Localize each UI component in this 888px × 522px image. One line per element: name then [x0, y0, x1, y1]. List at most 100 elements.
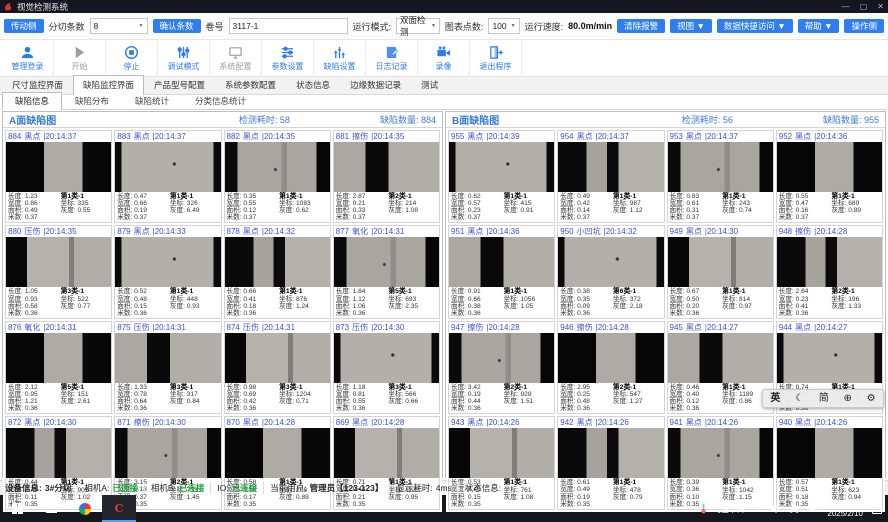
- defect-cell[interactable]: 874 压伤 |20:14:31 长度: 0.98 宽度: 0.69 面积: 0…: [224, 321, 331, 414]
- tab-status-info[interactable]: 状态信息: [286, 75, 340, 94]
- defect-cell[interactable]: 881 擦伤 |20:14:35 长度: 2.87 宽度: 0.21 面积: 0…: [333, 130, 440, 223]
- defect-image[interactable]: [777, 333, 882, 383]
- subtab-defect-info[interactable]: 缺陷信息: [2, 92, 62, 110]
- defect-cell[interactable]: 943 黑点 |20:14:26 长度: 0.53 宽度: 0.45 面积: 0…: [448, 416, 555, 509]
- defect-image[interactable]: [225, 428, 330, 478]
- defect-image[interactable]: [334, 142, 439, 192]
- defect-image[interactable]: [334, 333, 439, 383]
- start-button[interactable]: [0, 495, 34, 522]
- weather-widget[interactable]: 气温下降: [698, 503, 746, 515]
- defect-image[interactable]: [449, 237, 554, 287]
- defect-image[interactable]: [558, 333, 663, 383]
- defect-image[interactable]: [449, 428, 554, 478]
- defect-image[interactable]: [558, 142, 663, 192]
- slit-count-select[interactable]: 8▼: [90, 18, 148, 34]
- defect-image[interactable]: [6, 142, 111, 192]
- defect-cell[interactable]: 942 黑点 |20:14:26 长度: 0.61 宽度: 0.49 面积: 0…: [557, 416, 664, 509]
- defect-image[interactable]: [225, 333, 330, 383]
- defect-cell[interactable]: 949 黑点 |20:14:30 长度: 0.67 宽度: 0.50 面积: 0…: [667, 225, 774, 318]
- ime-simplified-toggle[interactable]: 简: [819, 394, 829, 404]
- start-button[interactable]: 开始: [54, 40, 106, 76]
- defect-cell[interactable]: 869 黑点 |20:14:28 长度: 0.71 宽度: 0.44 面积: 0…: [333, 416, 440, 509]
- defect-image[interactable]: [668, 428, 773, 478]
- tray-expand-caret[interactable]: ∧: [755, 503, 761, 514]
- run-mode-select[interactable]: 双面检测▼: [396, 18, 440, 34]
- language-indicator[interactable]: 英: [790, 503, 799, 515]
- defect-image[interactable]: [449, 142, 554, 192]
- touch-keyboard-icon[interactable]: [807, 503, 818, 514]
- defect-image[interactable]: [6, 237, 111, 287]
- defect-image[interactable]: [777, 237, 882, 287]
- defect-image[interactable]: [777, 142, 882, 192]
- defect-cell[interactable]: 880 压伤 |20:14:35 长度: 1.05 宽度: 0.93 面积: 0…: [5, 225, 112, 318]
- confirm-count-button[interactable]: 确认条数: [153, 19, 201, 34]
- chart-points-select[interactable]: 100▼: [488, 18, 519, 34]
- defect-cell[interactable]: 882 黑点 |20:14:35 长度: 0.35 宽度: 0.55 面积: 0…: [224, 130, 331, 223]
- defect-cell[interactable]: 875 压伤 |20:14:31 长度: 1.33 宽度: 0.78 面积: 0…: [114, 321, 221, 414]
- action-center-icon[interactable]: [872, 503, 882, 514]
- ime-settings-gear-icon[interactable]: ⚙: [867, 394, 876, 404]
- defect-image[interactable]: [777, 428, 882, 478]
- roll-number-input[interactable]: [229, 18, 348, 34]
- task-view-button[interactable]: [34, 495, 68, 522]
- defect-cell[interactable]: 945 黑点 |20:14:27 长度: 0.46 宽度: 0.40 面积: 0…: [667, 321, 774, 414]
- subtab-defect-statistics[interactable]: 缺陷统计: [122, 92, 182, 109]
- defect-cell[interactable]: 947 擦伤 |20:14:28 长度: 3.42 宽度: 0.19 面积: 0…: [448, 321, 555, 414]
- operator-side-button[interactable]: 操作侧: [844, 19, 884, 34]
- defect-image[interactable]: [115, 237, 220, 287]
- defect-image[interactable]: [668, 237, 773, 287]
- exit-program-button[interactable]: 退出程序: [470, 40, 522, 76]
- defect-cell[interactable]: 952 黑点 |20:14:36 长度: 0.55 宽度: 0.47 面积: 0…: [776, 130, 883, 223]
- help-menu-button[interactable]: 帮助 ▼: [798, 19, 840, 34]
- stop-button[interactable]: 停止: [106, 40, 158, 76]
- record-video-button[interactable]: 录像: [418, 40, 470, 76]
- defect-cell[interactable]: 879 黑点 |20:14:33 长度: 0.52 宽度: 0.48 面积: 0…: [114, 225, 221, 318]
- defect-cell[interactable]: 951 黑点 |20:14:36 长度: 0.91 宽度: 0.66 面积: 0…: [448, 225, 555, 318]
- system-config-button[interactable]: 系统配置: [210, 40, 262, 76]
- close-button[interactable]: ✕: [877, 0, 884, 13]
- view-menu-button[interactable]: 视图 ▼: [670, 19, 712, 34]
- tab-test[interactable]: 测试: [411, 75, 448, 94]
- drive-side-button[interactable]: 传动侧: [4, 19, 44, 34]
- defect-cell[interactable]: 946 擦伤 |20:14:28 长度: 2.95 宽度: 0.25 面积: 0…: [557, 321, 664, 414]
- defect-cell[interactable]: 953 黑点 |20:14:37 长度: 0.83 宽度: 0.61 面积: 0…: [667, 130, 774, 223]
- defect-cell[interactable]: 955 黑点 |20:14:39 长度: 0.62 宽度: 0.57 面积: 0…: [448, 130, 555, 223]
- defect-cell[interactable]: 870 黑点 |20:14:28 长度: 0.58 宽度: 0.52 面积: 0…: [224, 416, 331, 509]
- clear-alarm-button[interactable]: 清除报警: [617, 19, 665, 34]
- defect-image[interactable]: [334, 237, 439, 287]
- taskbar-inspection-app-button[interactable]: C: [102, 495, 136, 522]
- defect-cell[interactable]: 878 黑点 |20:14:32 长度: 0.66 宽度: 0.41 面积: 0…: [224, 225, 331, 318]
- defect-image[interactable]: [668, 142, 773, 192]
- defect-cell[interactable]: 876 氧化 |20:14:31 长度: 2.12 宽度: 0.95 面积: 1…: [5, 321, 112, 414]
- ime-lang-toggle[interactable]: 英: [770, 394, 780, 404]
- debug-mode-button[interactable]: 调试模式: [158, 40, 210, 76]
- minimize-button[interactable]: —: [842, 0, 850, 13]
- defect-cell[interactable]: 877 氧化 |20:14:31 长度: 1.84 宽度: 1.12 面积: 1…: [333, 225, 440, 318]
- defect-cell[interactable]: 884 黑点 |20:14:37 长度: 1.23 宽度: 0.86 面积: 0…: [5, 130, 112, 223]
- defect-image[interactable]: [449, 333, 554, 383]
- quick-data-menu-button[interactable]: 数据快捷访问 ▼: [717, 19, 793, 34]
- log-record-button[interactable]: 日志记录: [366, 40, 418, 76]
- tab-edge-data-record[interactable]: 边缘数据记录: [340, 75, 411, 94]
- taskbar-browser-button[interactable]: [68, 495, 102, 522]
- parameter-settings-button[interactable]: 参数设置: [262, 40, 314, 76]
- defect-cell[interactable]: 954 黑点 |20:14:37 长度: 0.49 宽度: 0.42 面积: 0…: [557, 130, 664, 223]
- defect-image[interactable]: [6, 428, 111, 478]
- defect-cell[interactable]: 950 小凹坑 |20:14:32 长度: 0.38 宽度: 0.35 面积: …: [557, 225, 664, 318]
- defect-image[interactable]: [668, 333, 773, 383]
- maximize-button[interactable]: ▢: [860, 0, 868, 13]
- defect-image[interactable]: [115, 333, 220, 383]
- defect-image[interactable]: [225, 237, 330, 287]
- defect-image[interactable]: [334, 428, 439, 478]
- ime-skin-icon[interactable]: ⊕: [844, 394, 852, 404]
- defect-settings-button[interactable]: 缺陷设置: [314, 40, 366, 76]
- volume-icon[interactable]: [770, 503, 781, 514]
- defect-image[interactable]: [115, 142, 220, 192]
- admin-login-button[interactable]: 管理登录: [2, 40, 54, 76]
- defect-image[interactable]: [115, 428, 220, 478]
- defect-image[interactable]: [6, 333, 111, 383]
- ime-moon-icon[interactable]: ☾: [795, 394, 804, 404]
- defect-cell[interactable]: 883 黑点 |20:14:37 长度: 0.47 宽度: 0.66 面积: 0…: [114, 130, 221, 223]
- defect-image[interactable]: [225, 142, 330, 192]
- taskbar-clock[interactable]: 20:142025/2/10: [827, 499, 863, 519]
